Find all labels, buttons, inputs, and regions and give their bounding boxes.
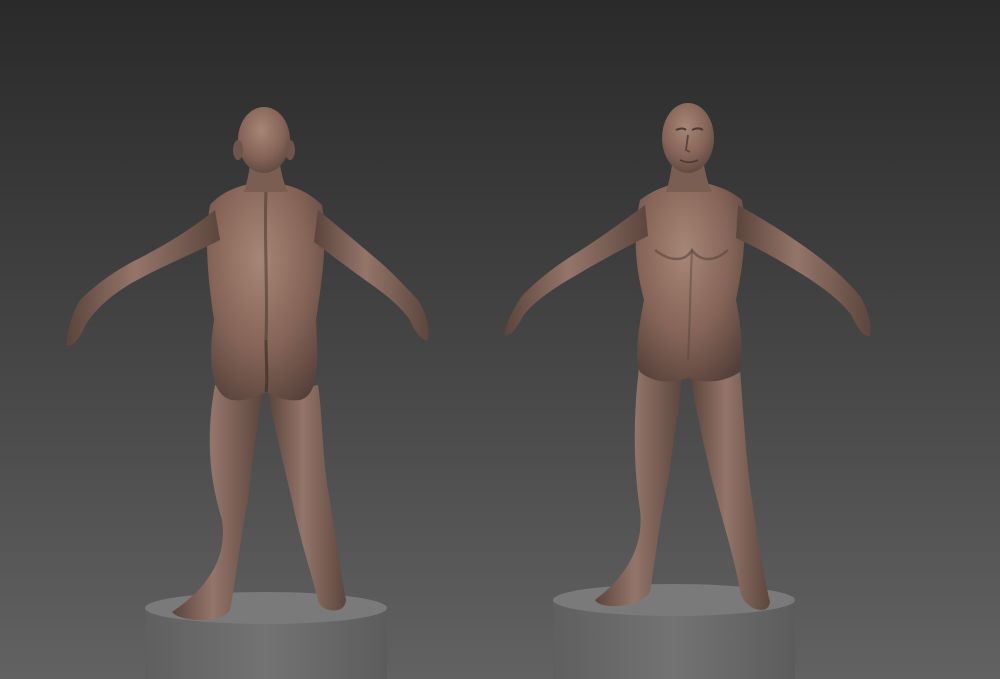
render-canvas [0,0,1000,679]
viewport-background [0,0,1000,679]
pedestal-left [145,592,387,679]
sculpt-viewport[interactable] [0,0,1000,679]
